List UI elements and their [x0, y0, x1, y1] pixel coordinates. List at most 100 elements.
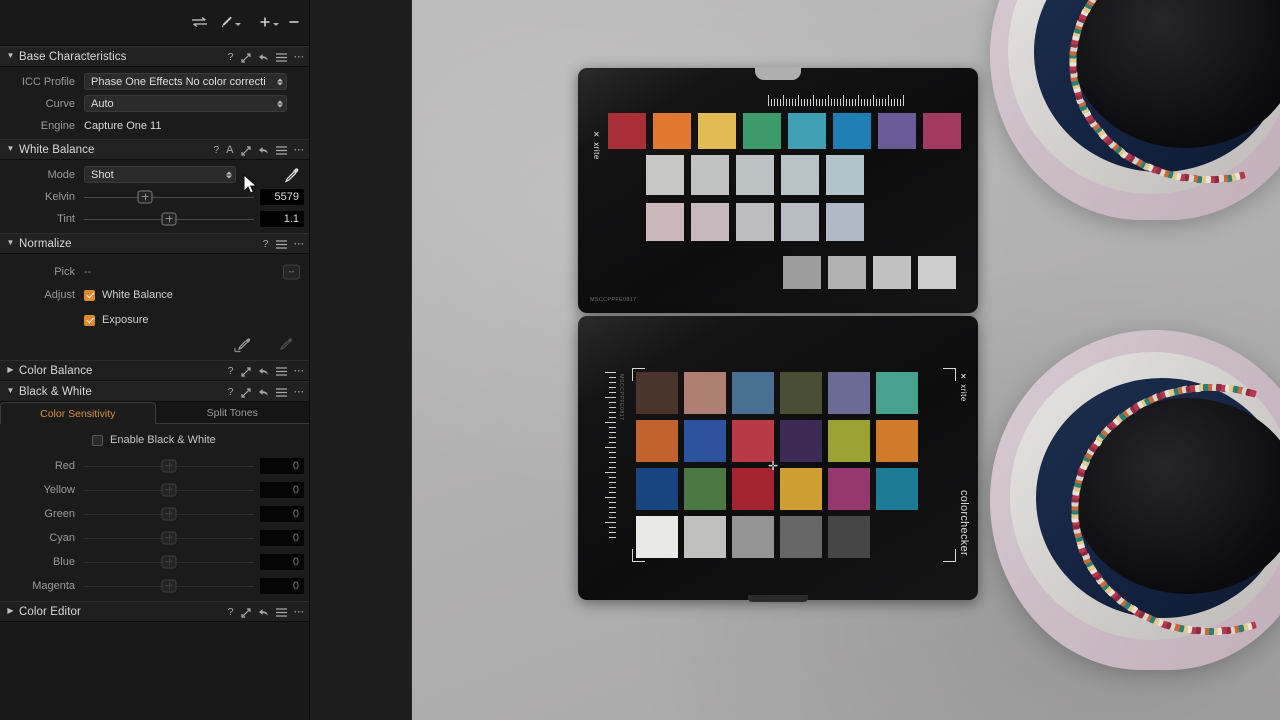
help-icon[interactable]: ? [263, 239, 269, 250]
stepper-icon[interactable] [277, 78, 283, 85]
section-header-black-and-white[interactable]: ▼ Black & White ? ⋯ [0, 381, 309, 402]
reset-icon[interactable] [258, 388, 269, 398]
add-layer-icon[interactable] [259, 16, 279, 28]
tab-color-sensitivity[interactable]: Color Sensitivity [0, 402, 156, 424]
menu-icon[interactable] [275, 388, 287, 397]
tab-split-tones[interactable]: Split Tones [156, 402, 310, 424]
icc-profile-select[interactable]: Phase One Effects No color correcti [84, 73, 287, 90]
chevron-down-icon[interactable]: ▼ [6, 386, 15, 395]
bw-cyan-value[interactable]: 0 [260, 529, 304, 546]
section-header-color-editor[interactable]: ▶ Color Editor ? ⋯ [0, 601, 309, 622]
bw-green-slider[interactable] [84, 504, 254, 523]
more-icon[interactable]: ⋯ [294, 239, 305, 250]
slider-knob[interactable] [161, 507, 177, 520]
expand-icon[interactable] [240, 366, 251, 377]
ruler-tick [846, 99, 847, 106]
reset-icon[interactable] [258, 146, 269, 156]
help-icon[interactable]: ? [213, 145, 219, 156]
brush-tool-icon[interactable] [219, 15, 241, 29]
stepper-icon[interactable] [226, 171, 232, 178]
kelvin-knob[interactable] [137, 190, 153, 203]
section-header-base-characteristics[interactable]: ▼ Base Characteristics ? ⋯ [0, 46, 309, 67]
menu-icon[interactable] [275, 53, 287, 62]
section-header-color-balance[interactable]: ▶ Color Balance ? ⋯ [0, 360, 309, 381]
more-icon[interactable]: ⋯ [294, 607, 305, 618]
stepper-icon[interactable] [277, 100, 283, 107]
slider-knob[interactable] [161, 555, 177, 568]
tint-value[interactable]: 1.1 [260, 210, 304, 227]
wb-mode-select[interactable]: Shot [84, 166, 236, 183]
chevron-down-icon[interactable]: ▼ [6, 238, 15, 247]
compare-arrows-icon[interactable] [191, 16, 208, 28]
bw-yellow-value[interactable]: 0 [260, 481, 304, 498]
normalize-white-balance-checkbox[interactable] [84, 289, 95, 301]
help-icon[interactable]: ? [228, 52, 234, 63]
ruler-tick [768, 95, 769, 106]
slider-knob[interactable] [161, 483, 177, 496]
remove-layer-icon[interactable] [288, 16, 300, 28]
ruler-tick [807, 99, 808, 106]
kelvin-slider[interactable] [84, 187, 254, 206]
bw-green-value[interactable]: 0 [260, 505, 304, 522]
bw-cyan-slider[interactable] [84, 528, 254, 547]
add-dropdown-caret[interactable] [273, 23, 279, 26]
normalize-picker-alt-icon[interactable] [275, 336, 295, 359]
section-header-normalize[interactable]: ▼ Normalize ? ⋯ [0, 233, 309, 254]
tint-slider[interactable] [84, 209, 254, 228]
brush-dropdown-caret[interactable] [235, 23, 241, 26]
white-balance-picker-icon[interactable] [283, 166, 300, 188]
bw-yellow-slider[interactable] [84, 480, 254, 499]
help-icon[interactable]: ? [228, 387, 234, 398]
sneaker-bottom [990, 330, 1280, 670]
bw-magenta-slider[interactable] [84, 576, 254, 595]
tint-knob[interactable] [161, 212, 177, 225]
adjust-row-white-balance: Adjust White Balance [0, 284, 309, 306]
bw-red-slider[interactable] [84, 456, 254, 475]
ruler-tick [789, 99, 790, 106]
auto-white-balance-icon[interactable]: A [226, 145, 233, 156]
mouse-pointer [243, 173, 258, 200]
chevron-right-icon[interactable]: ▶ [6, 365, 15, 374]
more-icon[interactable]: ⋯ [294, 366, 305, 377]
reset-icon[interactable] [258, 608, 269, 618]
help-icon[interactable]: ? [228, 366, 234, 377]
slider-knob[interactable] [161, 459, 177, 472]
curve-select[interactable]: Auto [84, 95, 287, 112]
classic-patch [684, 516, 726, 558]
kelvin-value[interactable]: 5579 [260, 188, 304, 205]
more-icon[interactable]: ⋯ [294, 52, 305, 63]
cooling-patch [736, 203, 774, 241]
bw-blue-slider[interactable] [84, 552, 254, 571]
more-icon[interactable]: ⋯ [294, 145, 305, 156]
section-header-white-balance[interactable]: ▼ White Balance ? A ⋯ [0, 139, 309, 160]
reset-icon[interactable] [258, 367, 269, 377]
ruler-tick [867, 99, 868, 106]
slider-knob[interactable] [161, 579, 177, 592]
more-icon[interactable]: ⋯ [294, 387, 305, 398]
expand-icon[interactable] [240, 607, 251, 618]
classic-patch [780, 468, 822, 510]
chevron-right-icon[interactable]: ▶ [6, 606, 15, 615]
normalize-exposure-checkbox[interactable] [84, 314, 95, 326]
bw-magenta-value[interactable]: 0 [260, 577, 304, 594]
menu-icon[interactable] [275, 240, 287, 249]
normalize-picker-icon[interactable] [233, 336, 253, 359]
expand-icon[interactable] [240, 387, 251, 398]
chevron-down-icon[interactable]: ▼ [6, 144, 15, 153]
menu-icon[interactable] [275, 146, 287, 155]
panel-gutter [310, 0, 412, 720]
slider-knob[interactable] [161, 531, 177, 544]
chevron-down-icon[interactable]: ▼ [6, 51, 15, 60]
menu-icon[interactable] [275, 608, 287, 617]
panel-toolbar [0, 0, 309, 46]
bw-red-value[interactable]: 0 [260, 457, 304, 474]
reset-icon[interactable] [258, 53, 269, 63]
pick-button[interactable]: -- [283, 264, 300, 279]
enable-black-and-white-checkbox[interactable] [92, 434, 103, 446]
expand-icon[interactable] [240, 145, 251, 156]
help-icon[interactable]: ? [228, 607, 234, 618]
expand-icon[interactable] [240, 52, 251, 63]
bw-blue-value[interactable]: 0 [260, 553, 304, 570]
menu-icon[interactable] [275, 367, 287, 376]
image-viewer[interactable]: ✕ xrite MSCCPPFE0817 MSCCPPFE0817 ✛ ✕ xr… [412, 0, 1280, 720]
